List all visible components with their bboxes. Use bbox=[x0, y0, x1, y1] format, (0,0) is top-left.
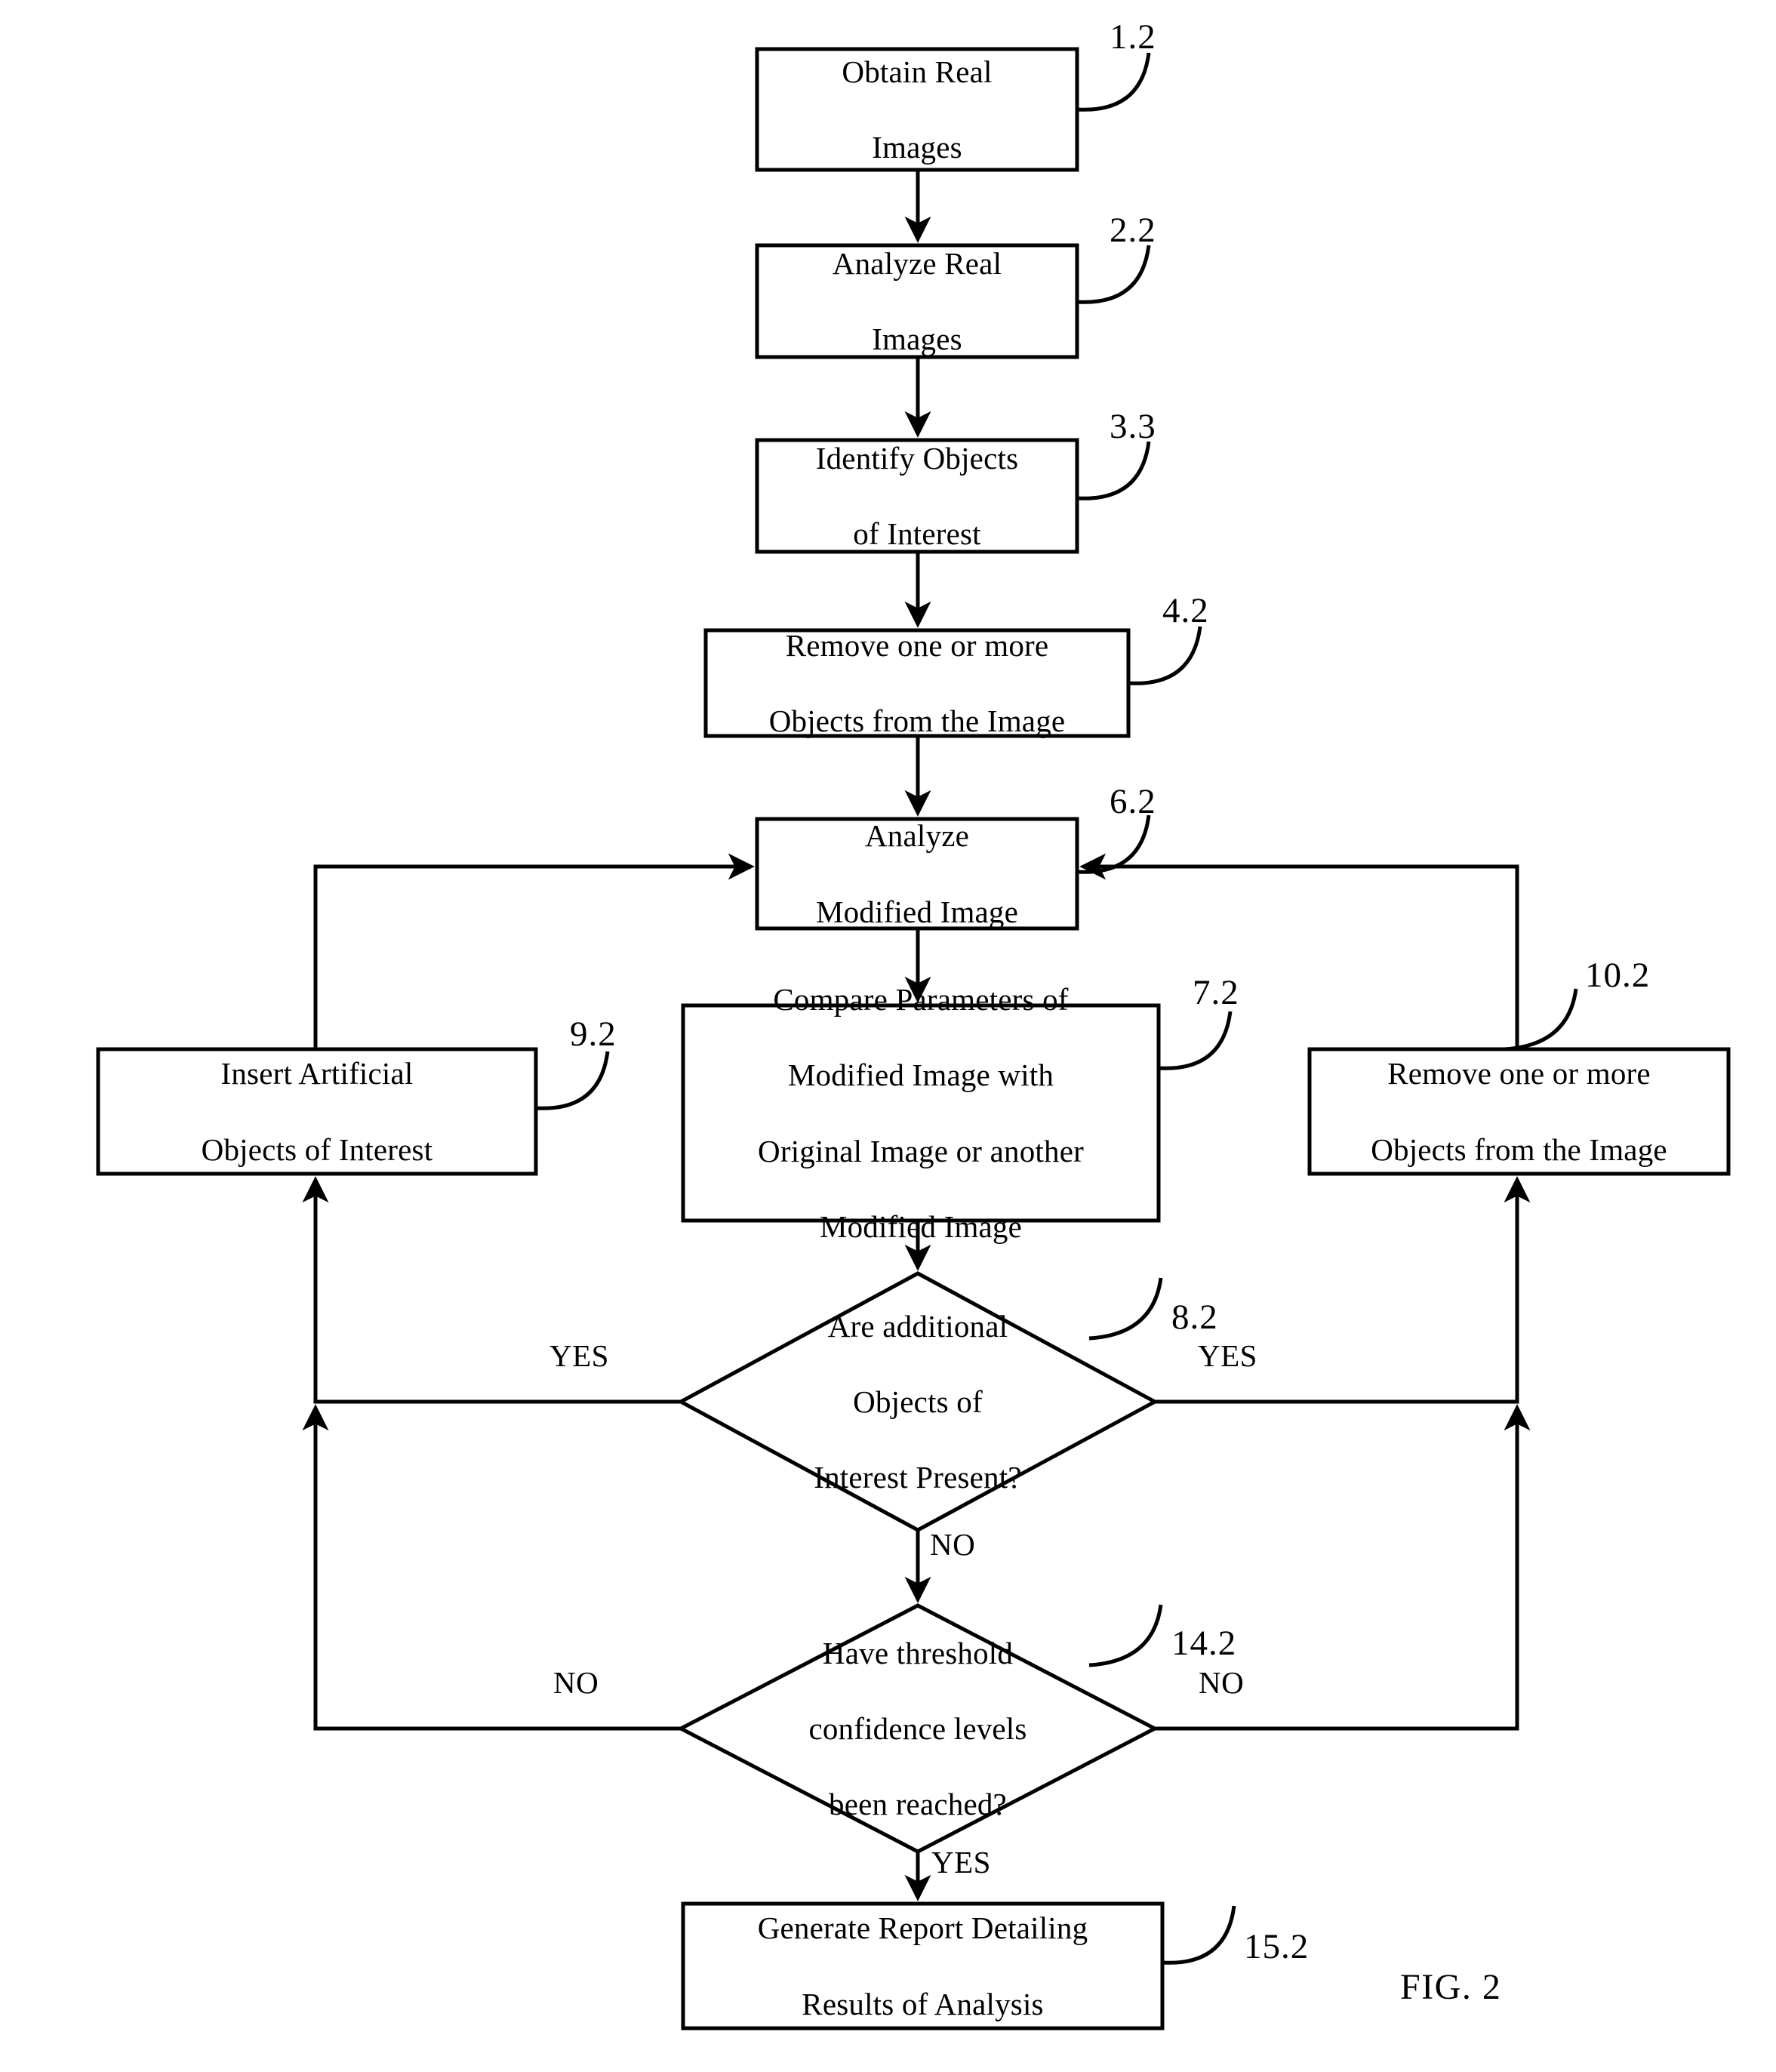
ref-label-n14: 14.2 bbox=[1171, 1624, 1237, 1663]
node-box-n3 bbox=[755, 438, 1079, 554]
edge-n9-to-n6 bbox=[313, 853, 755, 1049]
leader-n6 bbox=[1076, 814, 1151, 874]
leader-n2 bbox=[1076, 245, 1151, 304]
node-box-n15 bbox=[681, 1901, 1165, 2030]
edge-label-yes-down-14: YES bbox=[931, 1845, 991, 1880]
node-box-n6 bbox=[755, 817, 1079, 931]
node-box-n4 bbox=[703, 628, 1131, 738]
ref-label-n7: 7.2 bbox=[1193, 973, 1239, 1012]
leader-n14 bbox=[1088, 1604, 1163, 1667]
ref-label-n8: 8.2 bbox=[1171, 1298, 1218, 1337]
ref-label-n1: 1.2 bbox=[1110, 17, 1156, 57]
ref-label-n10: 10.2 bbox=[1585, 956, 1651, 995]
leader-n7 bbox=[1158, 1011, 1233, 1070]
figure-caption: FIG. 2 bbox=[1400, 1967, 1502, 2007]
leader-n3 bbox=[1076, 441, 1151, 500]
leader-n1 bbox=[1076, 52, 1151, 112]
leader-n15 bbox=[1162, 1905, 1236, 1965]
node-diamond-n8 bbox=[676, 1271, 1159, 1532]
node-box-n10 bbox=[1307, 1047, 1731, 1176]
figure-container: Obtain Real Images Analyze Real Images I… bbox=[0, 0, 1776, 2072]
ref-label-n15: 15.2 bbox=[1244, 1927, 1310, 1966]
edge-label-yes-left-8: YES bbox=[549, 1338, 609, 1373]
edge-label-no-left-14: NO bbox=[553, 1665, 599, 1700]
ref-label-n4: 4.2 bbox=[1162, 591, 1209, 630]
leader-n8 bbox=[1088, 1277, 1163, 1341]
leader-n4 bbox=[1128, 626, 1202, 685]
ref-label-n9: 9.2 bbox=[570, 1014, 617, 1054]
node-box-n1 bbox=[755, 47, 1079, 172]
node-box-n7 bbox=[681, 1003, 1161, 1223]
node-box-n2 bbox=[755, 243, 1079, 359]
ref-label-n2: 2.2 bbox=[1110, 211, 1156, 250]
node-box-n9 bbox=[96, 1047, 538, 1176]
ref-label-n6: 6.2 bbox=[1110, 782, 1156, 821]
edge-n10-to-n6 bbox=[1079, 853, 1519, 1049]
edge-label-yes-right-8: YES bbox=[1198, 1338, 1257, 1373]
ref-label-n3: 3.3 bbox=[1110, 407, 1156, 446]
node-diamond-n14 bbox=[676, 1603, 1159, 1854]
edge-label-no-right-14: NO bbox=[1199, 1665, 1245, 1700]
edge-n8-yes-to-n9 bbox=[302, 1176, 681, 1404]
flowchart-canvas bbox=[96, 47, 1731, 2030]
edge-n14-no-to-n9 bbox=[302, 1404, 681, 1731]
edge-label-no-down-8: NO bbox=[930, 1527, 976, 1562]
leader-n10 bbox=[1504, 988, 1578, 1051]
leader-n9 bbox=[535, 1051, 610, 1110]
